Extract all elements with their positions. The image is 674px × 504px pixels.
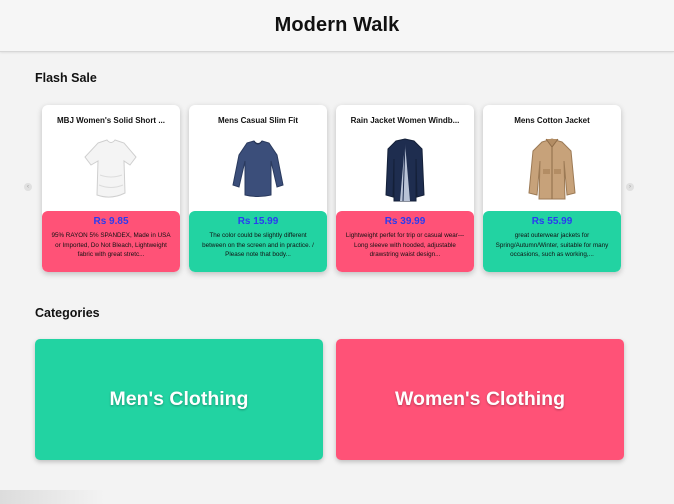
product-price: Rs 55.99 (531, 216, 573, 227)
app-title[interactable]: Modern Walk (275, 14, 400, 37)
product-description: 95% RAYON 5% SPANDEX, Made in USA or Imp… (51, 232, 171, 259)
product-title: Mens Casual Slim Fit (217, 116, 299, 125)
product-card[interactable]: MBJ Women's Solid Short ... Rs 9.85 95% … (42, 105, 180, 272)
carousel-next-button[interactable]: › (626, 183, 634, 191)
white-tshirt-image (42, 133, 180, 207)
navy-raincoat-image (336, 133, 474, 207)
product-price: Rs 9.85 (93, 216, 129, 227)
product-card[interactable]: Mens Cotton Jacket Rs 55.99 great outerw… (483, 105, 621, 272)
product-description: The color could be slightly different be… (202, 232, 314, 259)
product-title: Rain Jacket Women Windb... (350, 116, 460, 125)
product-description: Lightweight perfet for trip or casual we… (345, 232, 465, 259)
category-label: Women's Clothing (394, 388, 565, 410)
product-card[interactable]: Rain Jacket Women Windb... Rs 39.99 Ligh… (336, 105, 474, 272)
product-info-panel: Rs 39.99 Lightweight perfet for trip or … (336, 211, 474, 272)
category-mens-clothing[interactable]: Men's Clothing (35, 339, 323, 460)
flash-sale-heading: Flash Sale (35, 71, 97, 85)
product-card[interactable]: Mens Casual Slim Fit Rs 15.99 The color … (189, 105, 327, 272)
khaki-jacket-image (483, 133, 621, 207)
product-info-panel: Rs 9.85 95% RAYON 5% SPANDEX, Made in US… (42, 211, 180, 272)
categories-heading: Categories (35, 306, 100, 320)
chevron-left-icon: ‹ (27, 184, 29, 190)
product-price: Rs 15.99 (237, 216, 279, 227)
product-info-panel: Rs 55.99 great outerwear jackets for Spr… (483, 211, 621, 272)
carousel-prev-button[interactable]: ‹ (24, 183, 32, 191)
product-title: Mens Cotton Jacket (514, 116, 590, 125)
product-info-panel: Rs 15.99 The color could be slightly dif… (189, 211, 327, 272)
horizontal-scrollbar[interactable] (0, 490, 104, 504)
navy-longsleeve-image (189, 133, 327, 207)
chevron-right-icon: › (629, 184, 631, 190)
category-label: Men's Clothing (109, 388, 249, 410)
product-price: Rs 39.99 (384, 216, 426, 227)
category-womens-clothing[interactable]: Women's Clothing (336, 339, 624, 460)
app-header: Modern Walk (0, 0, 674, 52)
product-description: great outerwear jackets for Spring/Autum… (495, 232, 609, 259)
product-title: MBJ Women's Solid Short ... (57, 116, 165, 125)
